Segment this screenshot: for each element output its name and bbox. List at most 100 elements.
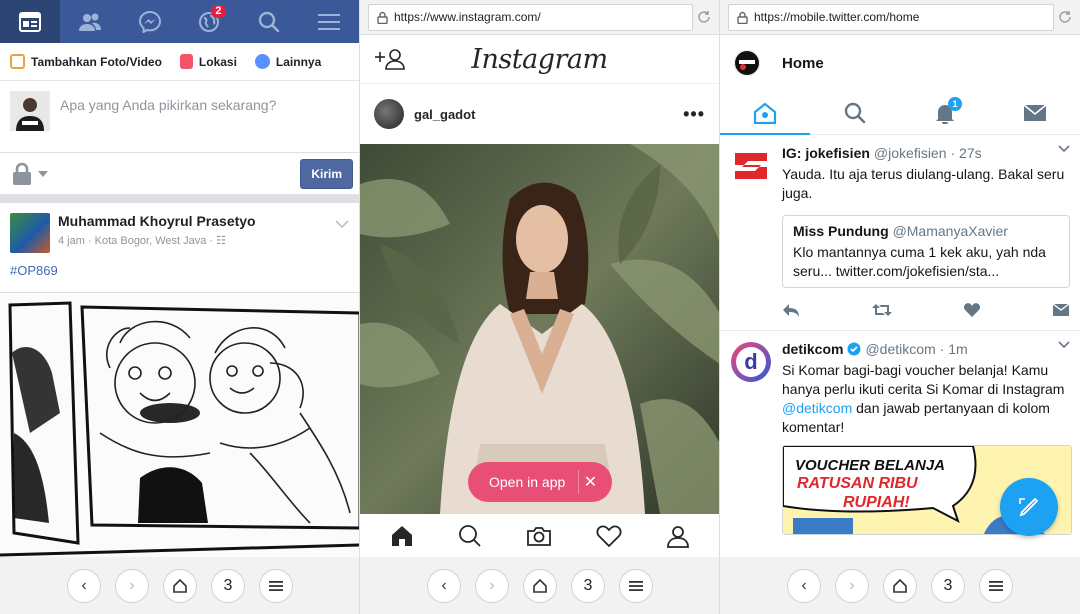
tab-count-button[interactable]: 3 — [571, 568, 605, 603]
post-header: Muhammad Khoyrul Prasetyo 4 jam · Kota B… — [0, 203, 359, 263]
browser-menu-button[interactable] — [979, 568, 1013, 603]
avatar[interactable] — [734, 50, 760, 76]
back-button[interactable]: ‹ — [427, 568, 461, 603]
avatar[interactable] — [374, 99, 404, 129]
tweet-header: detikcom @detikcom · 1m — [782, 341, 1072, 357]
fb-tab-menu[interactable] — [299, 0, 359, 43]
tweet-author-name[interactable]: IG: jokefisien — [782, 145, 870, 161]
reload-button[interactable] — [1054, 6, 1076, 28]
reload-button[interactable] — [693, 6, 715, 28]
home-button[interactable] — [883, 568, 917, 603]
forward-button[interactable]: › — [475, 568, 509, 603]
tweet-text: Si Komar bagi-bagi voucher belanja! Kamu… — [782, 361, 1072, 437]
browser-menu-button[interactable] — [619, 568, 653, 603]
reload-icon — [1059, 11, 1071, 23]
chevron-down-icon[interactable] — [1058, 341, 1070, 349]
post-image-manga[interactable] — [0, 292, 359, 563]
tw-header: Home — [720, 35, 1080, 91]
verified-badge-icon — [847, 342, 861, 356]
fb-tab-notifications[interactable]: 2 — [179, 0, 239, 43]
fb-composer-actions: Tambahkan Foto/Video Lokasi Lainnya — [0, 43, 359, 81]
location-pin-icon — [179, 54, 193, 69]
tweet-author-handle: @jokefisien — [873, 145, 947, 161]
post-meta: 4 jam · Kota Bogor, West Java · ☷ — [58, 234, 327, 247]
url-bar: https://mobile.twitter.com/home — [720, 0, 1080, 35]
chevron-down-icon[interactable] — [1058, 145, 1070, 153]
section-divider — [0, 195, 359, 203]
tweet-mention-link[interactable]: @detikcom — [782, 400, 852, 416]
url-field[interactable]: https://www.instagram.com/ — [368, 3, 693, 31]
browser-menu-button[interactable] — [259, 568, 293, 603]
post-hashtag[interactable]: #OP869 — [0, 263, 359, 288]
post-username[interactable]: gal_gadot — [414, 107, 673, 122]
svg-text:d: d — [744, 349, 757, 374]
fb-tab-newsfeed[interactable] — [0, 0, 60, 43]
more-button[interactable]: Lainnya — [254, 54, 321, 69]
quoted-author-name: Miss Pundung — [793, 223, 889, 239]
location-label: Lokasi — [198, 54, 237, 69]
tab-search[interactable] — [810, 91, 900, 134]
back-button[interactable]: ‹ — [787, 568, 821, 603]
friends-privacy-icon: ☷ — [216, 235, 227, 247]
post-author-name[interactable]: Muhammad Khoyrul Prasetyo — [58, 213, 327, 229]
tab-home[interactable] — [720, 91, 810, 135]
quoted-tweet[interactable]: Miss Pundung @MamanyaXavier Klo mantanny… — [782, 215, 1070, 288]
forward-button[interactable]: › — [835, 568, 869, 603]
privacy-selector[interactable] — [10, 162, 48, 186]
tab-count-button[interactable]: 3 — [931, 568, 965, 603]
home-icon[interactable] — [390, 524, 414, 548]
forward-button[interactable]: › — [115, 568, 149, 603]
post-photo[interactable] — [360, 144, 719, 514]
avatar — [10, 91, 50, 131]
tab-notifications[interactable]: 1 — [900, 91, 990, 134]
home-icon — [533, 578, 547, 593]
post-header: gal_gadot ••• — [360, 84, 719, 144]
open-in-app-label: Open in app — [489, 474, 566, 490]
add-user-icon[interactable] — [374, 48, 406, 70]
tweet-author-name[interactable]: detikcom — [782, 341, 843, 357]
fb-composer[interactable]: Apa yang Anda pikirkan sekarang? — [0, 81, 359, 153]
lock-icon — [13, 162, 31, 185]
fb-tab-messenger[interactable] — [120, 0, 180, 43]
instagram-logo[interactable]: Instagram — [471, 44, 608, 75]
tab-messages[interactable] — [990, 91, 1080, 134]
open-in-app-button[interactable]: Open in app ✕ — [468, 462, 612, 502]
back-button[interactable]: ‹ — [67, 568, 101, 603]
compose-tweet-button[interactable] — [1000, 478, 1058, 536]
menu-icon — [989, 580, 1003, 591]
heart-icon[interactable] — [963, 302, 981, 318]
home-button[interactable] — [523, 568, 557, 603]
fb-tab-friends[interactable] — [60, 0, 120, 43]
fb-tab-search[interactable] — [239, 0, 299, 43]
retweet-icon[interactable] — [871, 302, 893, 318]
post-author-avatar[interactable] — [10, 213, 50, 253]
home-button[interactable] — [163, 568, 197, 603]
direct-message-icon[interactable] — [1052, 302, 1070, 318]
lock-icon — [737, 11, 748, 24]
more-options-icon[interactable]: ••• — [683, 104, 705, 125]
close-icon[interactable]: ✕ — [578, 470, 602, 494]
heart-icon[interactable] — [596, 524, 622, 548]
status-input[interactable]: Apa yang Anda pikirkan sekarang? — [60, 97, 276, 142]
profile-icon[interactable] — [666, 524, 690, 548]
tweet-avatar[interactable] — [730, 145, 772, 187]
tweet-header: IG: jokefisien @jokefisien · 27s — [782, 145, 1070, 161]
tweet-avatar[interactable]: d — [730, 341, 772, 383]
tweet-time: · 1m — [939, 341, 968, 357]
reply-icon[interactable] — [782, 302, 800, 318]
home-icon — [173, 578, 187, 593]
camera-icon[interactable] — [526, 524, 552, 548]
location-button[interactable]: Lokasi — [179, 54, 237, 69]
chevron-down-icon[interactable] — [335, 219, 349, 229]
url-field[interactable]: https://mobile.twitter.com/home — [728, 3, 1054, 31]
url-text: https://mobile.twitter.com/home — [754, 10, 920, 24]
tweet-time: · 27s — [950, 145, 982, 161]
search-icon[interactable] — [458, 524, 482, 548]
add-photo-button[interactable]: Tambahkan Foto/Video — [10, 54, 162, 69]
send-button[interactable]: Kirim — [300, 158, 353, 189]
newsfeed-icon — [18, 11, 41, 32]
tweet[interactable]: IG: jokefisien @jokefisien · 27s Yauda. … — [720, 135, 1080, 331]
tab-count-button[interactable]: 3 — [211, 568, 245, 603]
envelope-icon — [1023, 103, 1047, 121]
dropdown-arrow-icon — [38, 170, 48, 177]
